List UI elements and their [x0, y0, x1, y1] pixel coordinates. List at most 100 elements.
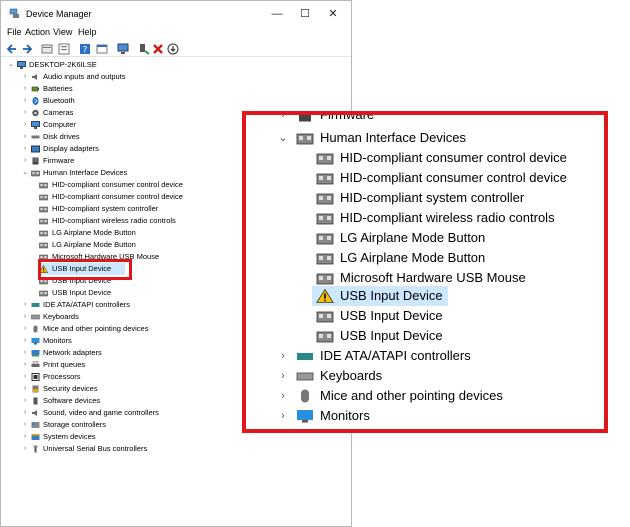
tree-category-label: Network adapters [43, 348, 102, 357]
zoom-category-label: Human Interface Devices [320, 130, 466, 145]
tree-category-label: Software devices [43, 396, 101, 405]
minimize-button[interactable]: — [263, 4, 291, 24]
maximize-button[interactable]: ☐ [291, 4, 319, 24]
zoom-category-label: Keyboards [320, 368, 383, 383]
tree-category-label: Security devices [43, 384, 98, 393]
hid-icon [39, 290, 48, 297]
tree-category-label: Computer [43, 120, 76, 129]
back-icon[interactable] [6, 43, 18, 55]
battery-icon [31, 86, 39, 92]
chevron-right-icon[interactable]: › [21, 95, 29, 107]
ide-controller-icon [31, 303, 40, 307]
hid-icon [296, 133, 314, 145]
hid-icon [316, 311, 334, 323]
hid-icon [316, 273, 334, 285]
chevron-down-icon[interactable]: ⌄ [7, 59, 15, 71]
display-adapter-icon [31, 145, 40, 153]
tree-device-label: LG Airplane Mode Button [52, 228, 136, 237]
tree-category-label: Firmware [43, 156, 75, 165]
camera-icon [32, 109, 39, 117]
highlight-box [38, 259, 132, 280]
chevron-right-icon[interactable]: › [21, 359, 29, 371]
chevron-right-icon[interactable]: › [21, 335, 29, 347]
tree-category-label: Storage controllers [43, 420, 106, 429]
hid-icon [39, 194, 48, 201]
hid-icon [316, 193, 334, 205]
toolbar: ? [1, 41, 351, 57]
scan-icon[interactable] [167, 43, 179, 55]
hid-icon [316, 233, 334, 245]
tree-category-label: Bluetooth [43, 96, 75, 105]
hid-icon [39, 218, 48, 225]
chevron-right-icon[interactable]: › [21, 143, 29, 155]
usb-icon [33, 445, 38, 453]
properties-icon[interactable] [41, 43, 53, 55]
monitor-icon [31, 338, 40, 345]
chevron-right-icon[interactable]: › [21, 395, 29, 407]
processor-icon [31, 373, 40, 381]
chevron-right-icon[interactable]: › [21, 323, 29, 335]
mouse-icon [33, 325, 38, 333]
chevron-right-icon[interactable]: › [21, 443, 29, 455]
tree-category-label: Batteries [43, 84, 73, 93]
window-title: Device Manager [26, 9, 92, 19]
view-icon[interactable] [96, 43, 108, 55]
chevron-right-icon[interactable]: › [21, 311, 29, 323]
keyboard-icon [31, 314, 40, 320]
hid-icon [316, 173, 334, 185]
chevron-right-icon: › [281, 410, 285, 422]
tree-category-label: IDE ATA/ATAPI controllers [43, 300, 130, 309]
hid-icon [39, 230, 48, 237]
speaker-icon [32, 74, 37, 80]
chevron-right-icon[interactable]: › [21, 419, 29, 431]
close-button[interactable]: ✕ [319, 4, 347, 24]
chevron-down-icon[interactable]: ⌄ [21, 167, 29, 179]
menu-view[interactable]: View [53, 27, 72, 37]
chevron-right-icon[interactable]: › [21, 299, 29, 311]
tree-root-label: DESKTOP-2K6ILSE [29, 60, 97, 69]
firmware-icon [32, 157, 39, 165]
hid-icon [316, 331, 334, 343]
chevron-right-icon[interactable]: › [21, 131, 29, 143]
monitor-icon [297, 410, 313, 423]
chevron-down-icon: ⌄ [278, 132, 288, 144]
chevron-right-icon[interactable]: › [21, 371, 29, 383]
monitor-icon[interactable] [117, 43, 129, 55]
tree-category-label: Monitors [43, 336, 72, 345]
zoom-device-label: HID-compliant consumer control device [340, 150, 567, 165]
chevron-right-icon: › [281, 390, 285, 402]
chevron-right-icon[interactable]: › [21, 83, 29, 95]
update-driver-icon[interactable] [58, 43, 70, 55]
hid-icon [31, 170, 40, 177]
disk-drive-icon [31, 135, 40, 139]
chevron-right-icon[interactable]: › [21, 347, 29, 359]
chevron-right-icon[interactable]: › [21, 407, 29, 419]
chevron-right-icon[interactable]: › [21, 119, 29, 131]
warning-icon [316, 289, 334, 303]
computer-icon [17, 61, 26, 69]
menu-help[interactable]: Help [78, 27, 97, 37]
tree-category-label: Universal Serial Bus controllers [43, 444, 148, 453]
menu-action[interactable]: Action [25, 27, 50, 37]
enable-icon[interactable] [138, 43, 150, 55]
forward-icon[interactable] [21, 43, 33, 55]
tree-device-label: LG Airplane Mode Button [52, 240, 136, 249]
chevron-right-icon[interactable]: › [21, 155, 29, 167]
zoom-device-label: Microsoft Hardware USB Mouse [340, 270, 526, 285]
uninstall-icon[interactable] [152, 43, 164, 55]
chevron-right-icon[interactable]: › [21, 107, 29, 119]
chevron-right-icon[interactable]: › [21, 71, 29, 83]
chevron-right-icon[interactable]: › [21, 383, 29, 395]
hid-icon [39, 182, 48, 189]
zoom-category-label: Mice and other pointing devices [320, 388, 503, 403]
menu-file[interactable]: File [7, 27, 22, 37]
zoom-device-label: HID-compliant wireless radio controls [340, 210, 555, 225]
hid-icon [316, 153, 334, 165]
zoom-device-label: HID-compliant consumer control device [340, 170, 567, 185]
system-device-icon [31, 434, 40, 440]
chevron-right-icon[interactable]: › [21, 431, 29, 443]
zoom-device-label: HID-compliant system controller [340, 190, 525, 205]
help-icon[interactable]: ? [79, 43, 91, 55]
keyboard-icon [296, 372, 314, 381]
firmware-icon [299, 115, 311, 122]
